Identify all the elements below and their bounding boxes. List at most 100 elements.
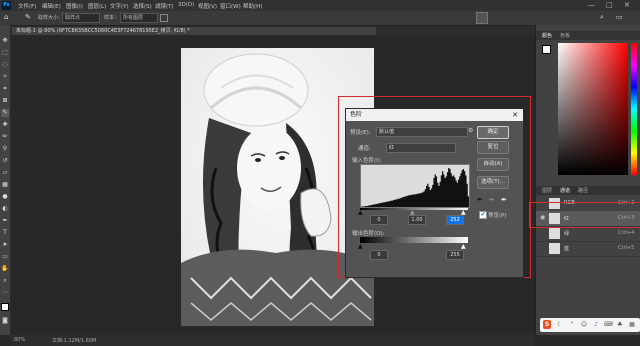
quick-select-tool-icon[interactable]: ✧ [1, 73, 9, 81]
levels-dialog-titlebar[interactable]: 色阶 ✕ [346, 109, 523, 121]
marquee-tool-icon[interactable]: ⬚ [1, 49, 9, 57]
histogram-shape [361, 168, 469, 207]
histogram-chart [361, 168, 469, 207]
dodge-tool-icon[interactable]: ◐ [1, 205, 9, 213]
output-white-field[interactable]: 255 [446, 250, 464, 260]
sample-size-select[interactable]: 取样点 [62, 13, 100, 23]
pen-tool-icon[interactable]: ✒ [1, 217, 9, 225]
input-black-handle[interactable]: ▲ [358, 209, 363, 216]
minimize-button[interactable]: — [588, 1, 595, 9]
options-button[interactable]: 选项(T)... [477, 176, 509, 189]
clone-stamp-icon[interactable]: ⚲ [1, 145, 9, 153]
menu-filter[interactable]: 滤镜(T) [155, 2, 174, 10]
microphone-icon[interactable]: ♪ [592, 320, 600, 329]
type-tool-icon[interactable]: T [1, 229, 9, 237]
menu-layer[interactable]: 图层(L) [88, 2, 106, 10]
maximize-button[interactable]: □ [606, 1, 613, 9]
output-white-handle[interactable]: ▲ [461, 243, 466, 250]
tab-color[interactable]: 颜色 [542, 32, 552, 39]
eyedropper-tool-icon[interactable]: ✎ [25, 13, 31, 21]
eyedropper-icon[interactable]: ✎ [1, 109, 9, 117]
document-tab[interactable]: 未标题-1 @ 80% (6F7C8635BCC5060C4E3F7246781… [12, 27, 376, 35]
input-black-field[interactable]: 0 [370, 215, 388, 225]
close-window-button[interactable]: ✕ [624, 1, 630, 9]
preview-checkbox[interactable]: ✔ [479, 211, 487, 219]
menu-view[interactable]: 视图(V) [198, 2, 217, 10]
tab-channels[interactable]: 通道 [560, 187, 570, 194]
sample-layer-select[interactable]: 所有图层 [120, 13, 158, 23]
menu-help[interactable]: 帮助(H) [243, 2, 262, 10]
hand-tool-icon[interactable]: ✋ [1, 265, 9, 273]
reset-button[interactable]: 复位 [477, 141, 509, 154]
keyboard-icon[interactable]: ⌨ [604, 320, 613, 329]
color-picker-field[interactable] [558, 43, 628, 175]
frame-tool-icon[interactable]: ⊠ [1, 97, 9, 105]
black-eyedropper-icon[interactable]: ✒ [477, 196, 483, 204]
options-bar: ⌂ ✎ 取样大小： 取样点 样本： 所有图层 ⌕ ▭ [0, 11, 640, 26]
menu-3d[interactable]: 3D(D) [178, 2, 194, 8]
fg-color-chip[interactable] [542, 45, 551, 54]
input-levels-label: 输入色阶(I): [352, 158, 382, 164]
zoom-tool-icon[interactable]: ⌕ [1, 277, 9, 285]
home-icon[interactable]: ⌂ [4, 13, 8, 21]
channel-name: 绿 [564, 231, 570, 237]
ok-button[interactable]: 确定 [477, 126, 509, 139]
layout-icon[interactable]: ▭ [616, 13, 623, 21]
zoom-level[interactable]: 80% [14, 337, 25, 343]
levels-dialog: 色阶 ✕ 预设(E): 默认值 ⚙ 通道: 红 输入色阶(I): ▲ ▲ ▲ 0… [345, 108, 524, 278]
channel-thumbnail [549, 243, 560, 254]
lasso-tool-icon[interactable]: ◌ [1, 61, 9, 69]
menu-image[interactable]: 图像(I) [66, 2, 83, 10]
history-brush-icon[interactable]: ↺ [1, 157, 9, 165]
eraser-tool-icon[interactable]: ▱ [1, 169, 9, 177]
menu-edit[interactable]: 编辑(E) [42, 2, 61, 10]
output-black-field[interactable]: 0 [370, 250, 388, 260]
punctuation-icon[interactable]: ° [568, 320, 576, 329]
input-white-field[interactable]: 252 [446, 215, 464, 225]
output-black-handle[interactable]: ▲ [358, 243, 363, 250]
channel-thumbnail [549, 228, 560, 239]
menu-grid-icon[interactable]: ▦ [628, 320, 636, 329]
menu-select[interactable]: 选择(S) [133, 2, 152, 10]
rectangle-tool-icon[interactable]: ▭ [1, 253, 9, 261]
moon-icon[interactable]: ☾ [556, 320, 564, 329]
white-eyedropper-icon[interactable]: ✒ [501, 196, 507, 204]
input-gamma-field[interactable]: 1.00 [408, 215, 426, 225]
brush-tool-icon[interactable]: ✏ [1, 133, 9, 141]
preset-gear-icon[interactable]: ⚙ [468, 127, 473, 134]
status-bar: 80% 文档:1.12M/1.60M [10, 335, 535, 346]
workspace-icon[interactable] [476, 12, 488, 24]
crop-tool-icon[interactable]: ⌗ [1, 85, 9, 93]
blur-tool-icon[interactable]: ● [1, 193, 9, 201]
emoji-icon[interactable]: ☺ [580, 320, 588, 329]
tab-swatches[interactable]: 色板 [560, 32, 570, 39]
foreground-color-swatch[interactable] [1, 303, 9, 311]
channel-row-green[interactable]: 绿 Ctrl+4 [536, 226, 640, 242]
channel-name: 蓝 [564, 246, 570, 252]
menu-window[interactable]: 窗口(W) [220, 2, 241, 10]
tab-paths[interactable]: 路径 [578, 187, 588, 194]
tab-layers[interactable]: 图层 [542, 187, 552, 194]
path-select-icon[interactable]: ➤ [1, 241, 9, 249]
more-tools-icon[interactable]: ⋯ [1, 289, 9, 297]
skin-icon[interactable]: ♣ [616, 320, 624, 329]
gradient-tool-icon[interactable]: ▦ [1, 181, 9, 189]
show-ring-checkbox[interactable] [160, 14, 168, 22]
healing-brush-icon[interactable]: ✚ [1, 121, 9, 129]
channel-select[interactable]: 红 [386, 143, 456, 153]
hue-slider[interactable] [631, 43, 637, 175]
sogou-logo-icon[interactable]: S [543, 320, 551, 329]
search-icon[interactable]: ⌕ [600, 13, 604, 22]
gray-eyedropper-icon[interactable]: ✒ [489, 196, 495, 204]
move-tool-icon[interactable]: ✥ [1, 37, 9, 45]
channel-label: 通道: [358, 146, 371, 152]
color-panel-tabs: 颜色 色板 [536, 31, 640, 40]
histogram-frame [360, 164, 470, 208]
channel-row-blue[interactable]: 蓝 Ctrl+5 [536, 241, 640, 257]
preset-select[interactable]: 默认值 [376, 127, 468, 137]
menu-file[interactable]: 文件(F) [18, 2, 36, 10]
quick-mask-icon[interactable]: ◙ [1, 317, 9, 325]
dialog-close-icon[interactable]: ✕ [512, 109, 518, 121]
auto-button[interactable]: 自动(A) [477, 158, 509, 171]
menu-type[interactable]: 文字(Y) [110, 2, 129, 10]
